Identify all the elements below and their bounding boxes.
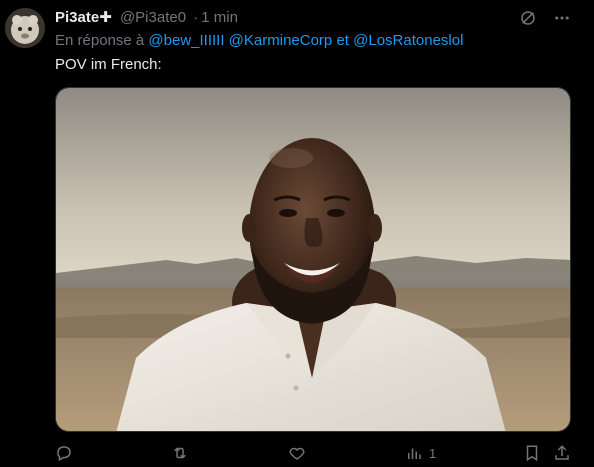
mention-conjunction: et bbox=[336, 32, 349, 49]
share-icon bbox=[553, 444, 571, 462]
tweet[interactable]: Pi3ate✚ @Pi3ate0 · 1 min En réponse à @be… bbox=[0, 0, 594, 467]
tweet-text: POV im French: bbox=[55, 56, 162, 73]
user-handle[interactable]: @Pi3ate0 bbox=[120, 9, 186, 26]
name-badge: ✚ bbox=[99, 9, 112, 26]
timestamp[interactable]: 1 min bbox=[201, 9, 238, 26]
avatar[interactable] bbox=[5, 8, 45, 48]
tweet-header: Pi3ate✚ @Pi3ate0 · 1 min bbox=[55, 9, 238, 27]
grok-slash-icon[interactable] bbox=[518, 8, 538, 28]
heart-icon bbox=[288, 444, 306, 462]
tweet-action-bar: 1 bbox=[55, 444, 575, 464]
bookmark-icon bbox=[523, 444, 541, 462]
bar-chart-icon bbox=[405, 444, 423, 462]
reply-bubble-icon bbox=[55, 444, 73, 462]
bookmark-button[interactable] bbox=[523, 444, 541, 462]
share-button[interactable] bbox=[553, 444, 571, 462]
retweet-icon bbox=[171, 444, 189, 462]
more-dots-icon[interactable] bbox=[552, 8, 572, 28]
reply-context: En réponse à @bew_IIIIII @KarmineCorp et… bbox=[55, 32, 463, 50]
views-count: 1 bbox=[429, 445, 437, 461]
mention-link[interactable]: @LosRatoneslol bbox=[353, 32, 463, 49]
like-button[interactable] bbox=[288, 444, 306, 462]
retweet-button[interactable] bbox=[171, 444, 189, 462]
mention-link[interactable]: @KarmineCorp bbox=[229, 32, 333, 49]
separator-dot: · bbox=[193, 9, 199, 26]
reply-button[interactable] bbox=[55, 444, 73, 462]
tweet-photo[interactable] bbox=[55, 87, 571, 432]
display-name[interactable]: Pi3ate bbox=[55, 9, 99, 26]
reply-prefix: En réponse à bbox=[55, 32, 145, 49]
tweet-top-actions bbox=[518, 8, 572, 28]
views-button[interactable]: 1 bbox=[405, 444, 436, 462]
mention-link[interactable]: @bew_IIIIII bbox=[148, 32, 224, 49]
